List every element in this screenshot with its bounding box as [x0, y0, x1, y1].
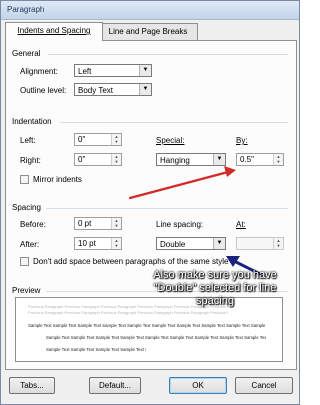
- spin-arrows-icon[interactable]: ▲ ▼: [111, 154, 121, 165]
- general-heading: General: [12, 49, 41, 58]
- spin-arrows-icon[interactable]: ▲ ▼: [111, 218, 121, 229]
- by-spinner[interactable]: 0.5" ▲ ▼: [236, 153, 284, 166]
- before-label: Before:: [20, 220, 46, 229]
- indentation-heading: Indentation: [12, 117, 52, 126]
- tab-line-and-page-breaks[interactable]: Line and Page Breaks: [98, 23, 198, 40]
- tabs-button-label: Tabs...: [20, 381, 44, 390]
- alignment-value: Left: [78, 67, 92, 76]
- mirror-indents-checkbox[interactable]: [20, 175, 29, 184]
- window-title: Paragraph: [7, 5, 45, 14]
- left-indent-label: Left:: [20, 136, 36, 145]
- dont-add-space-checkbox[interactable]: [20, 257, 29, 266]
- spin-arrows-icon[interactable]: ▲ ▼: [273, 154, 283, 165]
- tab-label: Line and Page Breaks: [108, 27, 188, 36]
- alignment-select[interactable]: Left ▼: [74, 64, 152, 77]
- mirror-indents-label: Mirror indents: [33, 175, 82, 184]
- indentation-divider: [60, 122, 288, 123]
- before-spinner[interactable]: 0 pt ▲ ▼: [74, 217, 122, 230]
- spin-arrows-icon[interactable]: ▲ ▼: [111, 238, 121, 249]
- right-indent-value: 0": [78, 155, 86, 164]
- cancel-button-label: Cancel: [251, 381, 277, 390]
- tabs-button[interactable]: Tabs...: [9, 377, 55, 394]
- after-spinner[interactable]: 10 pt ▲ ▼: [74, 237, 122, 250]
- ok-button[interactable]: OK: [169, 377, 227, 394]
- preview-sample-line: Sample Text Sample Text Sample Text Samp…: [28, 323, 266, 328]
- paragraph-dialog: Paragraph Indents and Spacing Line and P…: [0, 0, 300, 405]
- outline-level-value: Body Text: [78, 86, 113, 95]
- before-value: 0 pt: [78, 219, 92, 228]
- chevron-down-icon[interactable]: ▼: [139, 65, 151, 76]
- by-value: 0.5": [240, 155, 254, 164]
- after-value: 10 pt: [78, 239, 96, 248]
- dont-add-space-label: Don't add space between paragraphs of th…: [33, 257, 229, 266]
- spin-arrows-icon[interactable]: ▲ ▼: [111, 134, 121, 145]
- instruction-annotation: Also make sure you have "Double" selecte…: [153, 269, 277, 307]
- tab-label: Indents and Spacing: [17, 26, 91, 35]
- set-as-default-button[interactable]: Default...: [89, 377, 141, 394]
- preview-previous-paragraph: Previous Paragraph Previous Paragraph Pr…: [28, 310, 228, 315]
- spacing-heading: Spacing: [12, 203, 41, 212]
- special-label: Special:: [156, 136, 185, 145]
- tab-indents-and-spacing[interactable]: Indents and Spacing: [5, 22, 103, 41]
- preview-heading: Preview: [12, 286, 41, 295]
- spin-arrows-icon[interactable]: ▲ ▼: [273, 238, 283, 249]
- outline-level-label: Outline level:: [20, 86, 67, 95]
- preview-sample-line: Sample Text Sample Text Sample Text Samp…: [46, 347, 146, 352]
- at-label: At:: [236, 220, 246, 229]
- general-divider: [48, 54, 288, 55]
- right-indent-spinner[interactable]: 0" ▲ ▼: [74, 153, 122, 166]
- at-spinner[interactable]: ▲ ▼: [236, 237, 284, 250]
- line-spacing-value: Double: [160, 240, 186, 249]
- line-spacing-label: Line spacing:: [156, 220, 204, 229]
- by-label: By:: [236, 136, 248, 145]
- preview-sample-line: Sample Text Sample Text Sample Text Samp…: [46, 335, 266, 340]
- chevron-down-icon[interactable]: ▼: [139, 84, 151, 95]
- outline-level-select[interactable]: Body Text ▼: [74, 83, 152, 96]
- after-label: After:: [20, 240, 40, 249]
- right-indent-label: Right:: [20, 156, 41, 165]
- chevron-down-icon[interactable]: ▼: [213, 238, 225, 249]
- special-select[interactable]: Hanging ▼: [156, 153, 226, 166]
- line-spacing-select[interactable]: Double ▼: [156, 237, 226, 250]
- left-indent-spinner[interactable]: 0" ▲ ▼: [74, 133, 122, 146]
- spacing-divider: [46, 208, 288, 209]
- left-indent-value: 0": [78, 135, 86, 144]
- title-bar: Paragraph: [1, 1, 299, 20]
- cancel-button[interactable]: Cancel: [235, 377, 293, 394]
- default-button-label: Default...: [98, 381, 131, 390]
- special-value: Hanging: [160, 156, 190, 165]
- chevron-down-icon[interactable]: ▼: [213, 154, 225, 165]
- ok-button-label: OK: [192, 381, 204, 390]
- alignment-label: Alignment:: [20, 67, 58, 76]
